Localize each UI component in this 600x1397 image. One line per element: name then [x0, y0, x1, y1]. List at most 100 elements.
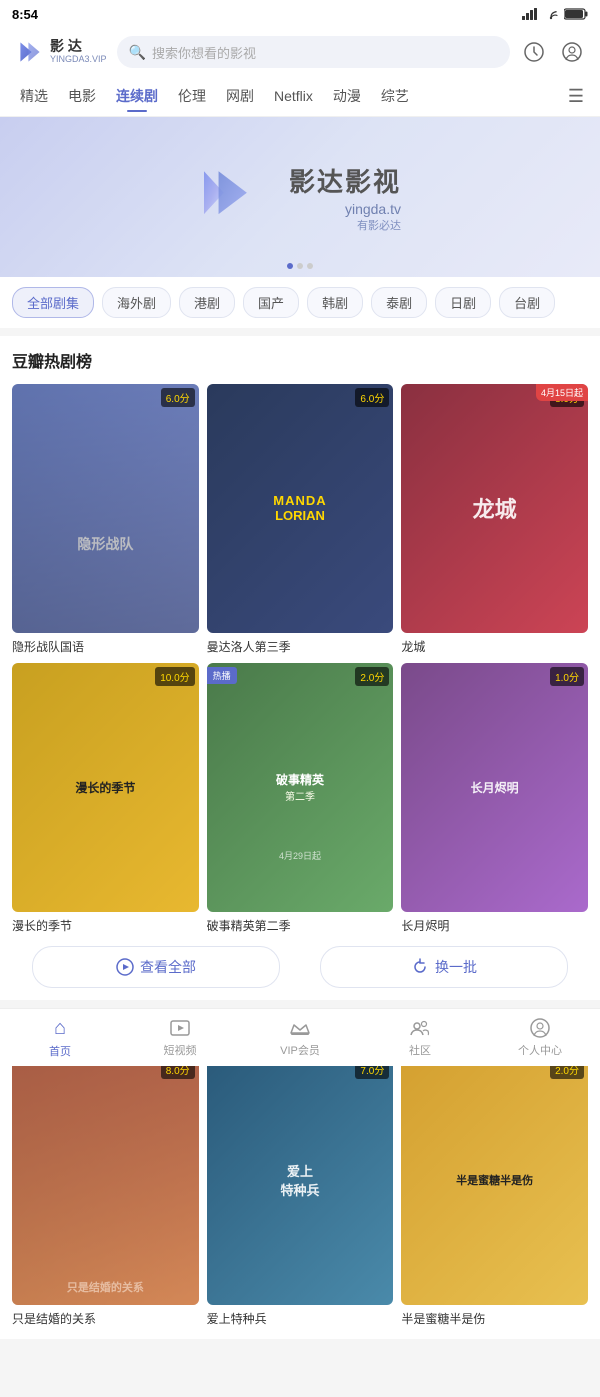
status-time: 8:54: [12, 7, 38, 22]
status-bar: 8:54: [0, 0, 600, 28]
vip-crown-icon: [289, 1017, 311, 1039]
movie-card-6[interactable]: 长月烬明 1.0分 长月烬明: [401, 663, 588, 934]
douban-section-title: 豆瓣热剧榜: [12, 348, 588, 372]
play-circle-icon: [116, 958, 134, 976]
tab-dongman[interactable]: 动漫: [323, 82, 371, 110]
history-button[interactable]: [520, 38, 548, 66]
chip-japanese[interactable]: 日剧: [435, 287, 491, 318]
movie-thumb-3: 龙城 8.0分 4月15日起: [401, 384, 588, 633]
hot-movie-card-1[interactable]: 只是结婚的关系 8.0分 只是结婚的关系: [12, 1056, 199, 1327]
menu-button[interactable]: [558, 38, 586, 66]
nav-home[interactable]: ⌂ 首页: [0, 1009, 120, 1066]
action-row: 查看全部 换一批: [12, 946, 588, 988]
logo-text: 影 达 YINGDA3.VIP: [50, 39, 107, 64]
banner: 影达影视 yingda.tv 有影必达: [0, 117, 600, 277]
movie-thumb-1: 隐形战队 6.0分: [12, 384, 199, 633]
hot-movie-card-3[interactable]: 半是蜜糖半是伤 2.0分 半是蜜糖半是伤: [401, 1056, 588, 1327]
movie-card-4[interactable]: 漫长的季节 10.0分 漫长的季节: [12, 663, 199, 934]
search-icon: 🔍: [129, 44, 146, 61]
history-icon: [523, 41, 545, 63]
header: 影 达 YINGDA3.VIP 🔍 搜索你想看的影视: [0, 28, 600, 76]
hot-movie-thumb-2: 爱上 特种兵 7.0分: [207, 1056, 394, 1305]
logo-main-text: 影 达: [50, 39, 107, 54]
movie-title-4: 漫长的季节: [12, 917, 199, 934]
chip-thai[interactable]: 泰剧: [371, 287, 427, 318]
banner-dot-active: [287, 263, 293, 269]
banner-title-cn: 影达影视: [289, 162, 401, 199]
nav-profile-label: 个人中心: [518, 1042, 562, 1058]
nav-vip[interactable]: VIP会员: [240, 1009, 360, 1066]
profile-nav-icon: [529, 1017, 551, 1039]
header-actions: [520, 38, 586, 66]
chip-overseas[interactable]: 海外剧: [102, 287, 171, 318]
logo-area: 影 达 YINGDA3.VIP: [14, 36, 107, 68]
movie-score-2: 6.0分: [355, 388, 389, 407]
refresh-button[interactable]: 换一批: [320, 946, 568, 988]
movie-title-6: 长月烬明: [401, 917, 588, 934]
movie-score-6: 1.0分: [550, 667, 584, 686]
movie-score-5: 2.0分: [355, 667, 389, 686]
search-bar[interactable]: 🔍 搜索你想看的影视: [117, 36, 510, 68]
hot-movie-card-2[interactable]: 爱上 特种兵 7.0分 爱上特种兵: [207, 1056, 394, 1327]
view-all-button[interactable]: 查看全部: [32, 946, 280, 988]
banner-dots: [287, 263, 313, 269]
movie-card-3[interactable]: 龙城 8.0分 4月15日起 龙城: [401, 384, 588, 655]
logo-sub-text: YINGDA3.VIP: [50, 55, 107, 65]
tab-wangju[interactable]: 网剧: [216, 82, 264, 110]
short-video-icon: [169, 1017, 191, 1039]
nav-vip-label: VIP会员: [280, 1042, 320, 1058]
hot-movie-thumb-1: 只是结婚的关系 8.0分: [12, 1056, 199, 1305]
chip-domestic[interactable]: 国产: [243, 287, 299, 318]
douban-movie-grid: 隐形战队 6.0分 隐形战队国语 MANDA LORIAN 6.0分 曼达洛人第…: [12, 384, 588, 934]
movie-thumb-4: 漫长的季节 10.0分: [12, 663, 199, 912]
nav-home-label: 首页: [49, 1043, 71, 1059]
tab-jingxuan[interactable]: 精选: [10, 82, 58, 110]
nav-profile[interactable]: 个人中心: [480, 1009, 600, 1066]
movie-card-5[interactable]: 破事精英 第二季 2.0分 热播 4月29日起 破事精英第二季: [207, 663, 394, 934]
filter-chips: 全部剧集 海外剧 港剧 国产 韩剧 泰剧 日剧 台剧: [0, 277, 600, 328]
movie-thumb-5: 破事精英 第二季 2.0分 热播 4月29日起: [207, 663, 394, 912]
movie-score-4: 10.0分: [155, 667, 194, 686]
refresh-icon: [411, 958, 429, 976]
nav-more-button[interactable]: ☰: [562, 86, 590, 107]
nav-shorts[interactable]: 短视频: [120, 1009, 240, 1066]
movie-title-2: 曼达洛人第三季: [207, 638, 394, 655]
banner-subtitle: 有影必达: [289, 217, 401, 233]
nav-shorts-label: 短视频: [164, 1042, 197, 1058]
hot-movie-title-1: 只是结婚的关系: [12, 1310, 199, 1327]
nav-community-label: 社区: [409, 1042, 431, 1058]
banner-title-en: yingda.tv: [289, 201, 401, 217]
tab-lunli[interactable]: 伦理: [168, 82, 216, 110]
movie-thumb-6: 长月烬明 1.0分: [401, 663, 588, 912]
movie-title-3: 龙城: [401, 638, 588, 655]
nav-tabs: 精选 电影 连续剧 伦理 网剧 Netflix 动漫 综艺 ☰: [0, 76, 600, 117]
app-logo-icon: [14, 36, 46, 68]
movie-tag-3: 4月15日起: [536, 384, 588, 401]
tab-dianying[interactable]: 电影: [58, 82, 106, 110]
banner-dot-1: [297, 263, 303, 269]
tab-zongyi[interactable]: 综艺: [371, 82, 419, 110]
hot-movie-title-2: 爱上特种兵: [207, 1310, 394, 1327]
home-icon: ⌂: [54, 1017, 66, 1040]
nav-community[interactable]: 社区: [360, 1009, 480, 1066]
bottom-nav: ⌂ 首页 短视频 VIP会员 社区 个人中心: [0, 1008, 600, 1066]
chip-all[interactable]: 全部剧集: [12, 287, 94, 318]
search-placeholder-text: 搜索你想看的影视: [152, 43, 256, 62]
movie-card-2[interactable]: MANDA LORIAN 6.0分 曼达洛人第三季: [207, 384, 394, 655]
chip-taiwan[interactable]: 台剧: [499, 287, 555, 318]
status-icons: [522, 8, 588, 20]
tab-netflix[interactable]: Netflix: [264, 84, 323, 108]
movie-title-1: 隐形战队国语: [12, 638, 199, 655]
community-icon: [409, 1017, 431, 1039]
movie-card-1[interactable]: 隐形战队 6.0分 隐形战队国语: [12, 384, 199, 655]
view-all-label: 查看全部: [140, 957, 196, 977]
tab-lianxuju[interactable]: 连续剧: [106, 82, 168, 110]
signal-icon: [522, 8, 538, 20]
chip-korean[interactable]: 韩剧: [307, 287, 363, 318]
banner-text-area: 影达影视 yingda.tv 有影必达: [289, 162, 401, 233]
movie-tag-5: 热播: [207, 667, 237, 684]
douban-section: 豆瓣热剧榜 隐形战队 6.0分 隐形战队国语 MANDA LORIAN 6.0分…: [0, 336, 600, 1000]
movie-thumb-2: MANDA LORIAN 6.0分: [207, 384, 394, 633]
banner-logo-icon: [199, 167, 269, 227]
chip-hk[interactable]: 港剧: [179, 287, 235, 318]
